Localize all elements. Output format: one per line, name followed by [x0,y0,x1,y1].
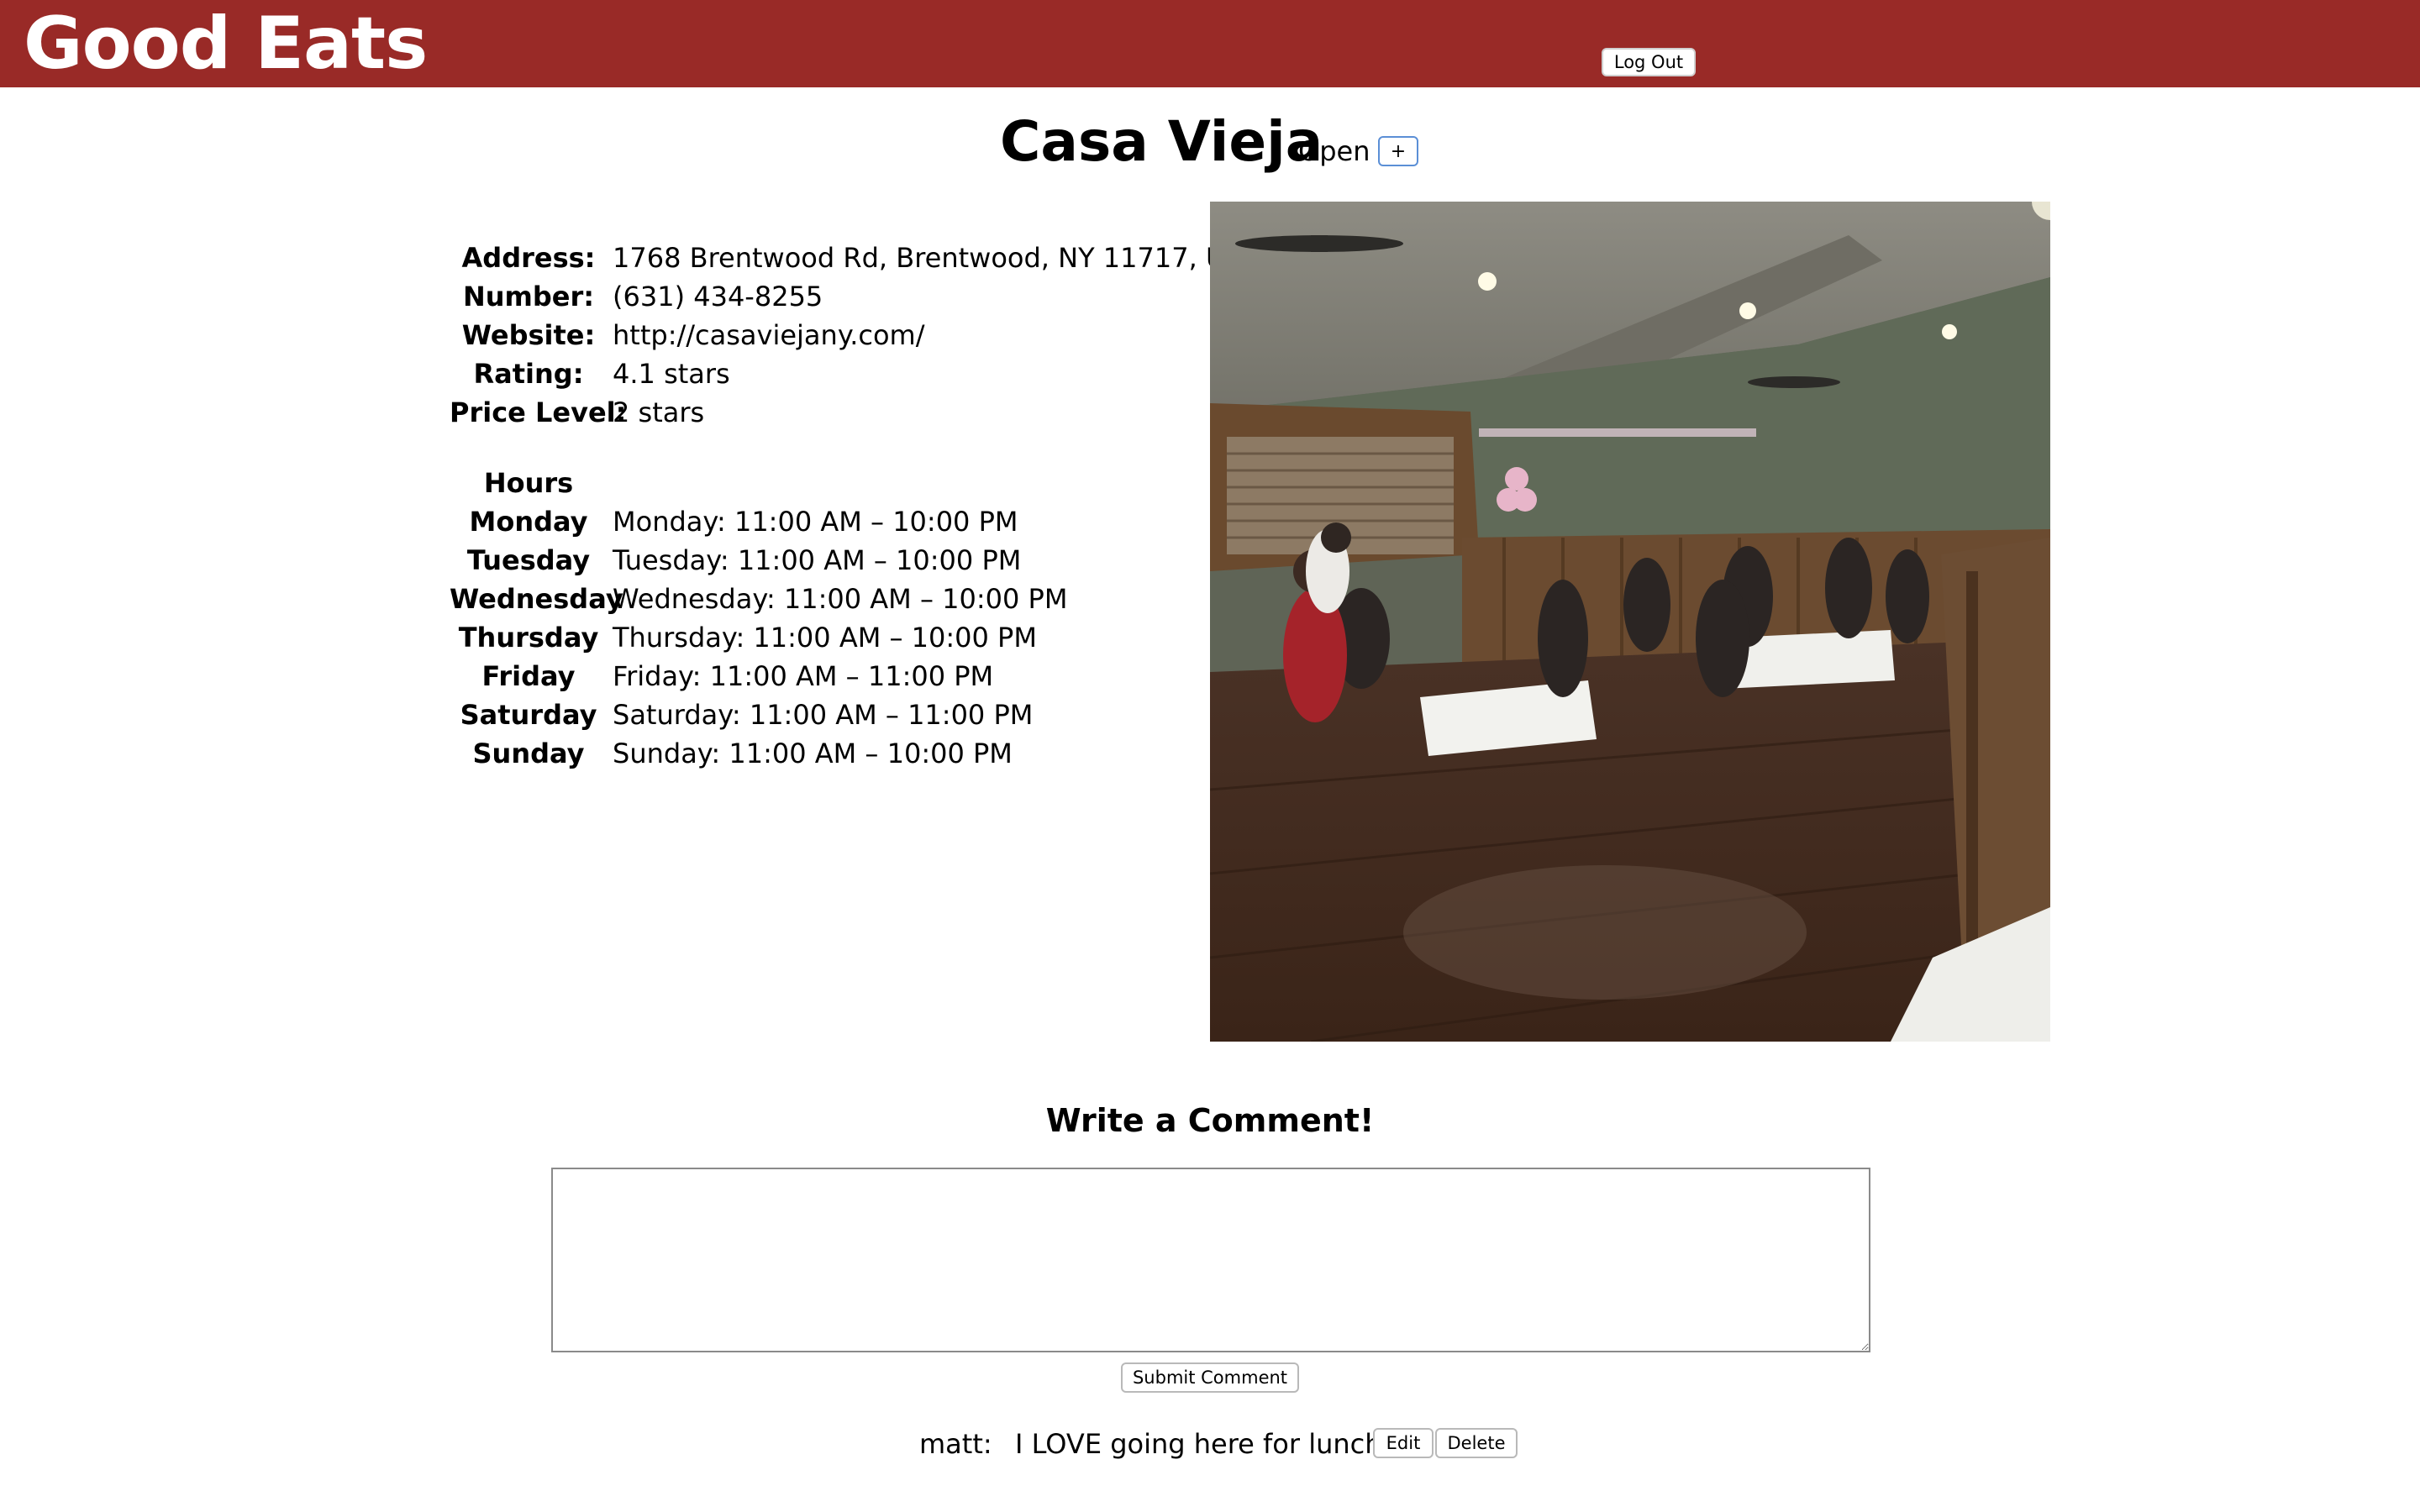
hours-value: Thursday: 11:00 AM – 10:00 PM [613,622,1037,654]
hours-value: Sunday: 11:00 AM – 10:00 PM [613,738,1013,769]
hours-heading: Hours [483,467,574,499]
hours-value: Tuesday: 11:00 AM – 10:00 PM [613,544,1022,576]
title-row: Casa Vieja Open + [0,104,2420,180]
open-status: Open [1298,135,1370,167]
restaurant-name: Casa Vieja [1000,109,1323,174]
submit-comment-button[interactable]: Submit Comment [1121,1362,1299,1393]
hours-day: Monday [469,506,588,538]
comment-textarea[interactable] [551,1168,1870,1352]
detail-value: (631) 434-8255 [613,281,823,312]
detail-label: Address: [461,242,596,274]
detail-label: Price Level: [450,396,627,428]
detail-value: 4.1 stars [613,358,730,390]
hours-day: Saturday [460,699,597,731]
add-favorite-button[interactable]: + [1378,136,1418,166]
hours-value: Saturday: 11:00 AM – 11:00 PM [613,699,1034,731]
restaurant-photo [1210,202,2050,1042]
edit-comment-button[interactable]: Edit [1373,1428,1434,1458]
comment-author: matt: [919,1428,992,1460]
hours-day: Sunday [472,738,585,769]
delete-comment-button[interactable]: Delete [1435,1428,1518,1458]
logout-button[interactable]: Log Out [1602,48,1696,76]
header-bar: Good Eats Log Out [0,0,2420,87]
detail-value: http://casaviejany.com/ [613,319,925,351]
hours-day: Friday [481,660,576,692]
hours-day: Wednesday [450,583,623,615]
detail-label: Number: [462,281,595,312]
detail-label: Website: [461,319,596,351]
hours-value: Monday: 11:00 AM – 10:00 PM [613,506,1018,538]
brand-logo[interactable]: Good Eats [24,2,428,86]
comment-heading: Write a Comment! [1045,1102,1375,1139]
detail-value: 2 stars [613,396,705,428]
comment-text: I LOVE going here for lunch! [1015,1428,1393,1460]
hours-day: Thursday [458,622,599,654]
hours-day: Tuesday [466,544,591,576]
detail-value: 1768 Brentwood Rd, Brentwood, NY 11717, … [613,242,1262,274]
hours-value: Wednesday: 11:00 AM – 10:00 PM [613,583,1068,615]
hours-value: Friday: 11:00 AM – 11:00 PM [613,660,994,692]
detail-label: Rating: [473,358,584,390]
